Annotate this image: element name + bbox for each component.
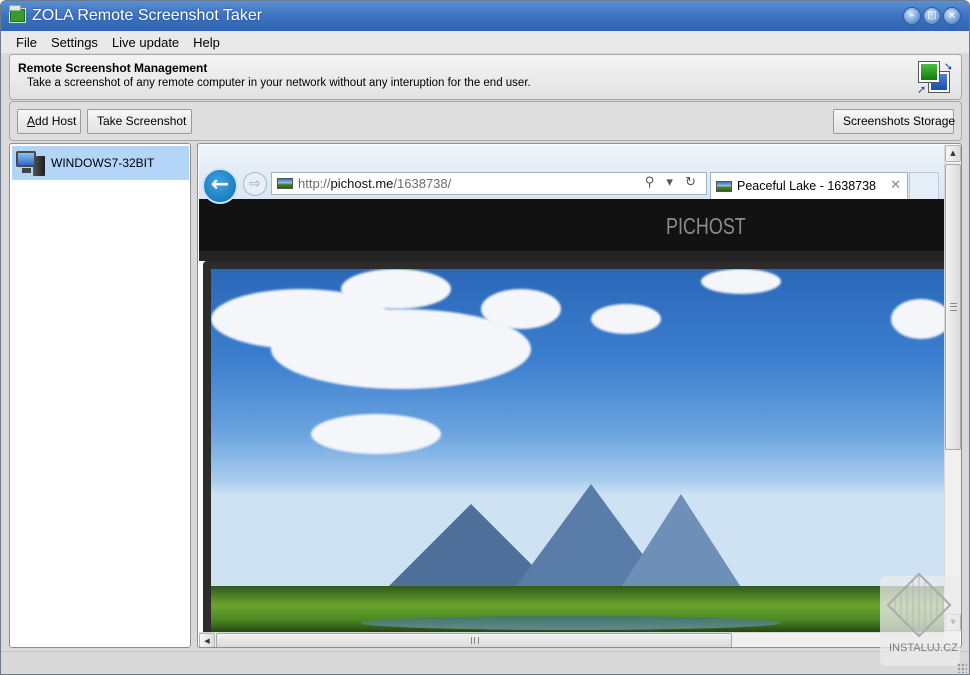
captured-site-strip [199, 251, 944, 261]
horizontal-scrollbar[interactable]: ◀ [199, 632, 944, 647]
captured-browser-toolbar: ← ⇨ http://pichost.me/1638738/ ⚲ ▾ ↻ Pea… [199, 145, 944, 204]
captured-new-tab [909, 172, 939, 199]
scroll-left-button[interactable]: ◀ [199, 633, 215, 647]
menu-file[interactable]: File [9, 35, 44, 50]
watermark: INSTALUJ.CZ [880, 572, 960, 666]
add-host-button[interactable]: Add Host [17, 109, 81, 134]
resize-grip[interactable] [957, 663, 967, 673]
toolbar: Add Host Take Screenshot Screenshots Sto… [9, 101, 962, 141]
host-item[interactable]: WINDOWS7-32BIT [12, 146, 189, 180]
lake [361, 616, 781, 630]
captured-site-header: PICHOST [199, 199, 944, 251]
app-icon [9, 5, 26, 23]
horizontal-scroll-thumb[interactable] [216, 633, 732, 647]
app-window: ZOLA Remote Screenshot Taker – □ × File … [0, 0, 970, 675]
window-title: ZOLA Remote Screenshot Taker [32, 7, 263, 24]
captured-site-logo: PICHOST [666, 213, 746, 239]
captured-landscape-photo [211, 269, 944, 632]
menu-help[interactable]: Help [186, 35, 227, 50]
title-bar[interactable]: ZOLA Remote Screenshot Taker – □ × [1, 1, 969, 31]
host-list: WINDOWS7-32BIT [9, 143, 191, 648]
captured-tab-title: Peaceful Lake - 1638738 [737, 179, 876, 193]
screenshot-viewer: ← ⇨ http://pichost.me/1638738/ ⚲ ▾ ↻ Pea… [197, 143, 962, 648]
host-name: WINDOWS7-32BIT [51, 156, 155, 170]
watermark-logo-icon [886, 572, 952, 638]
scroll-up-button[interactable]: ▲ [945, 145, 961, 162]
add-host-accelerator: A [27, 114, 36, 128]
menu-settings[interactable]: Settings [44, 35, 105, 50]
vertical-scroll-thumb[interactable] [945, 164, 961, 450]
header-panel: Remote Screenshot Management Take a scre… [9, 54, 962, 100]
maximize-button[interactable]: □ [923, 7, 941, 25]
back-arrow-icon: ← [202, 168, 238, 204]
status-bar [1, 651, 969, 674]
vertical-scrollbar[interactable]: ▲ ▼ [944, 145, 961, 632]
landscape-favicon-icon [716, 180, 732, 192]
search-refresh-icons: ⚲ ▾ ↻ [644, 175, 700, 190]
close-button[interactable]: × [943, 7, 961, 25]
add-host-label: dd Host [35, 114, 77, 128]
screenshot-transfer-icon: ➘ ➚ [917, 60, 953, 96]
computer-icon [15, 148, 49, 178]
menu-live-update[interactable]: Live update [105, 35, 186, 50]
screenshot-image: ← ⇨ http://pichost.me/1638738/ ⚲ ▾ ↻ Pea… [199, 145, 944, 632]
take-screenshot-button[interactable]: Take Screenshot [87, 109, 192, 134]
forward-arrow-icon: ⇨ [243, 172, 267, 196]
header-description: Take a screenshot of any remote computer… [27, 77, 531, 89]
header-title: Remote Screenshot Management [18, 61, 208, 75]
screenshots-storage-button[interactable]: Screenshots Storage [833, 109, 955, 134]
captured-url: http://pichost.me/1638738/ [298, 176, 452, 191]
captured-address-bar: http://pichost.me/1638738/ ⚲ ▾ ↻ [271, 172, 707, 195]
watermark-text: INSTALUJ.CZ [889, 642, 958, 654]
landscape-favicon-icon [277, 178, 293, 189]
menu-bar: File Settings Live update Help [1, 31, 969, 53]
tab-close-icon: ✕ [890, 178, 901, 193]
captured-browser-tab: Peaceful Lake - 1638738 ✕ [710, 172, 908, 199]
minimize-button[interactable]: – [903, 7, 921, 25]
